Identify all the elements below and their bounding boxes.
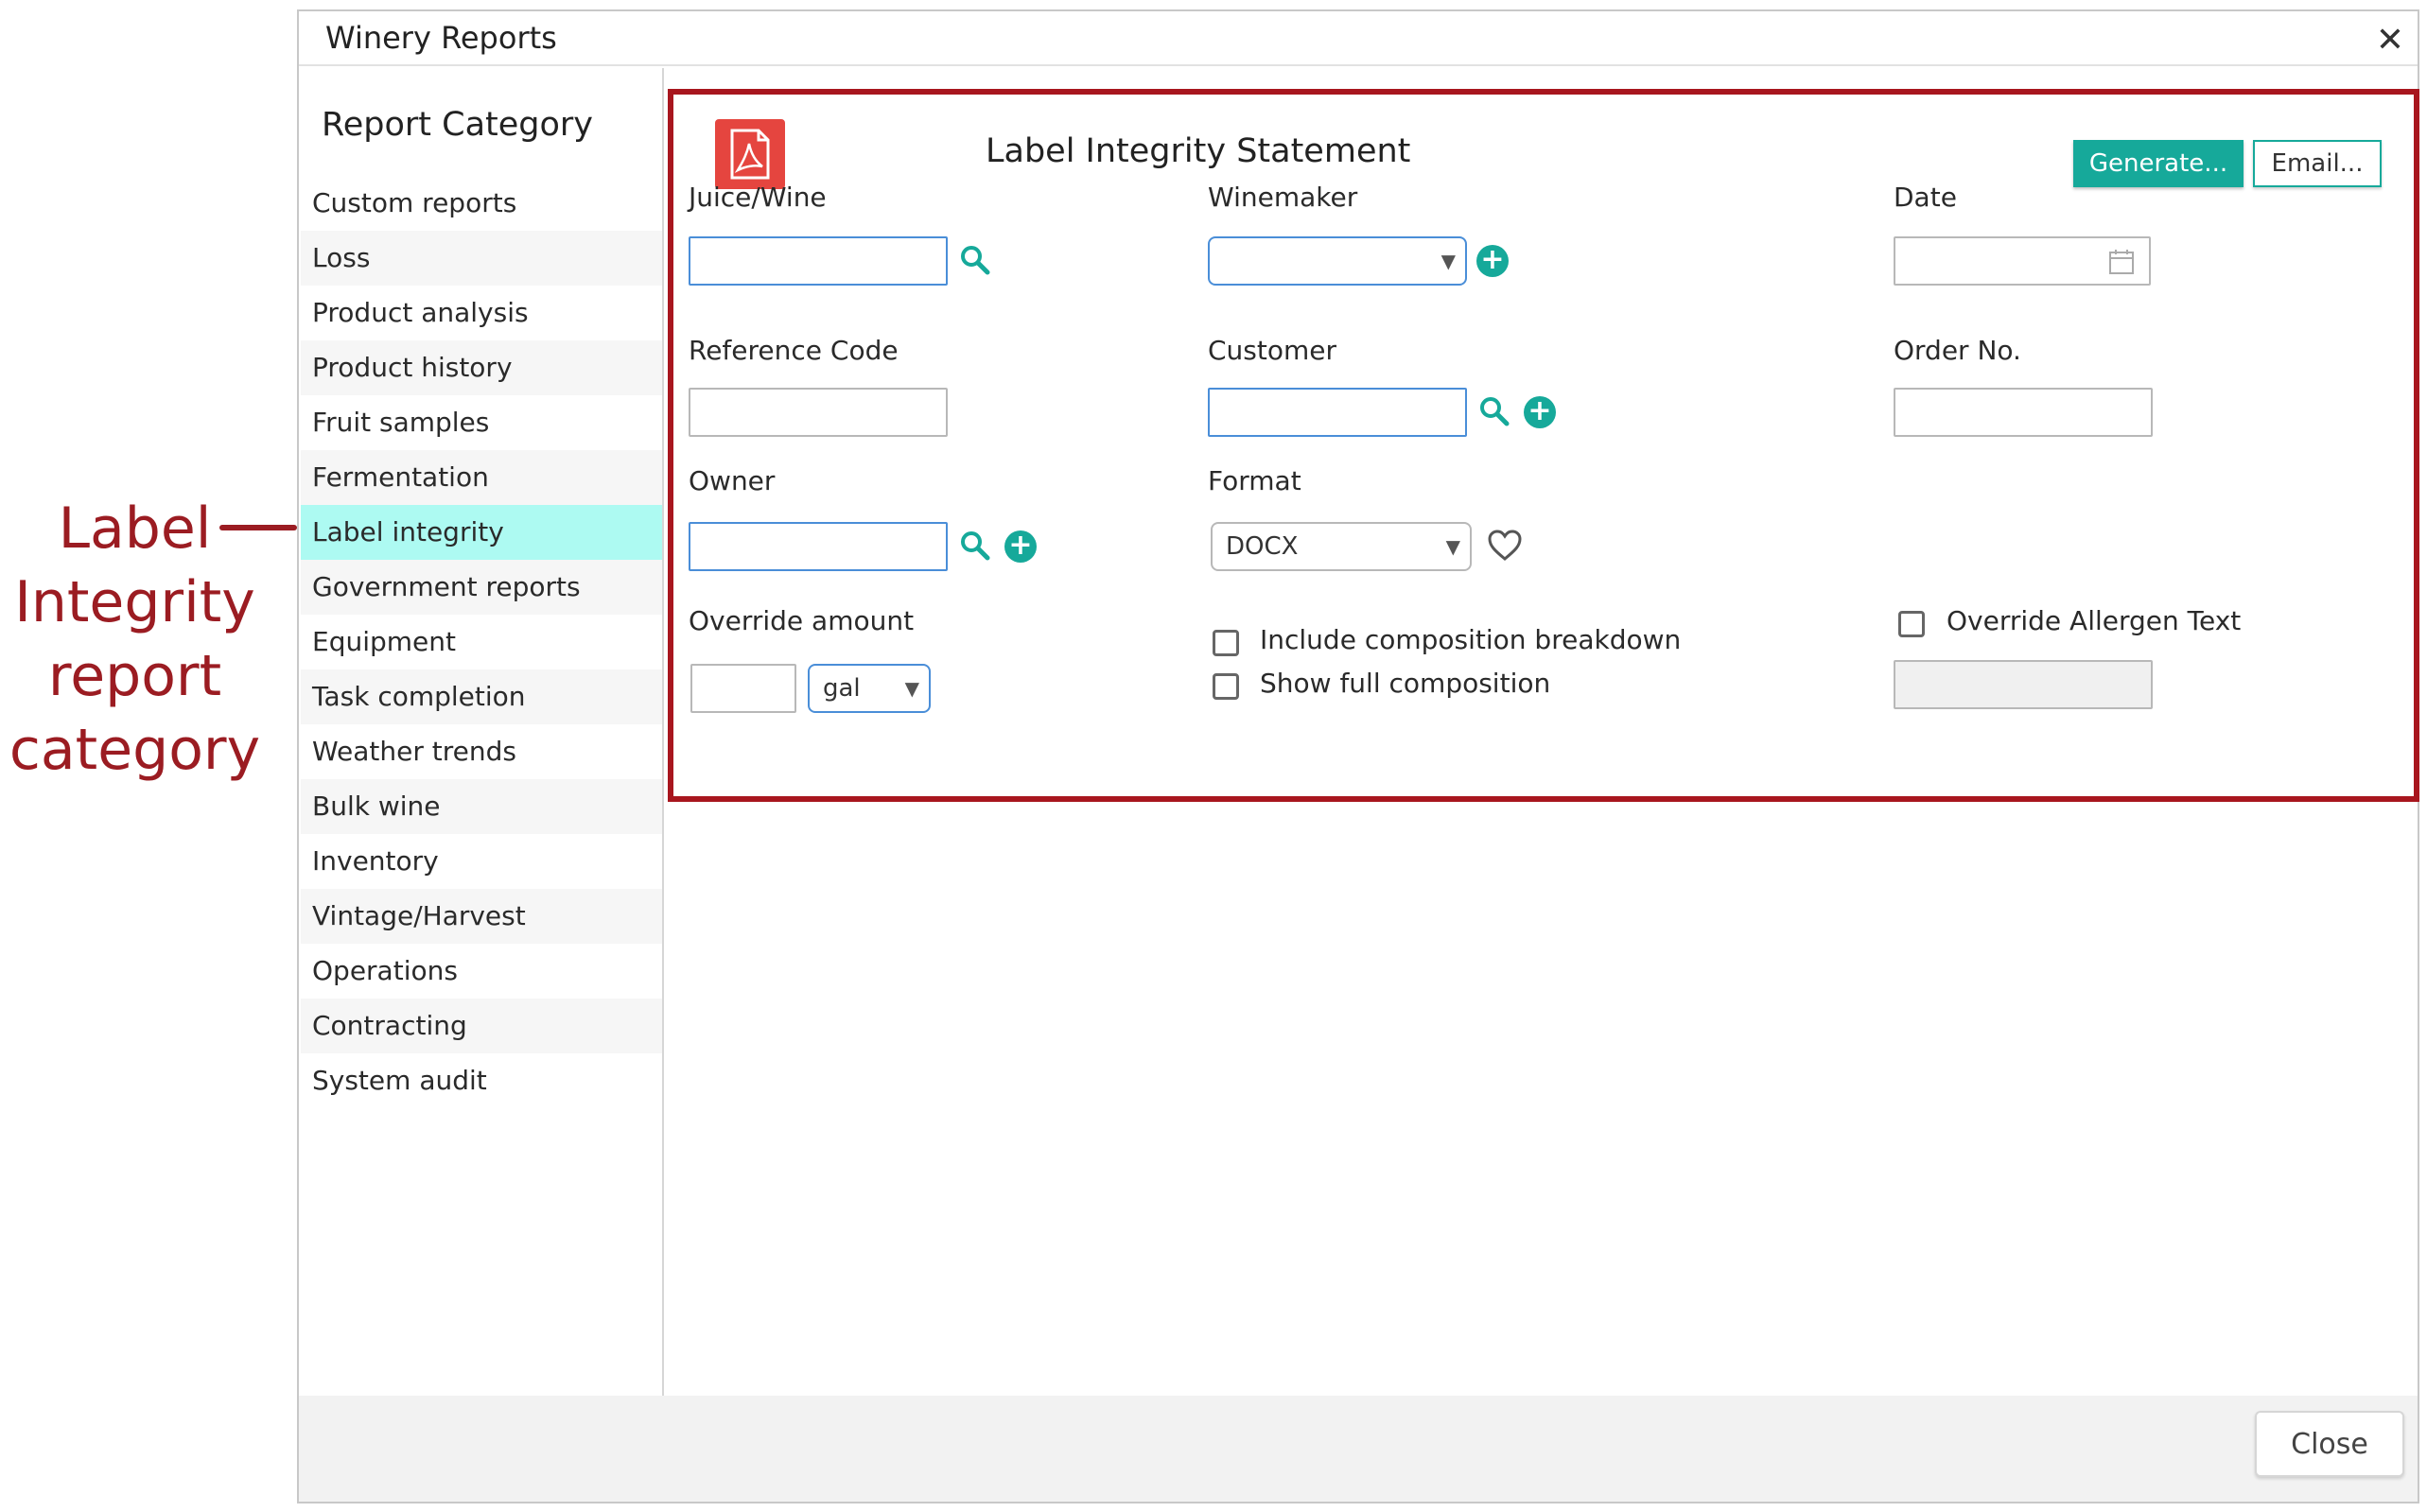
customer-label: Customer xyxy=(1208,335,1337,366)
juice-wine-search-icon[interactable] xyxy=(959,244,991,280)
override-amount-input[interactable] xyxy=(690,664,796,713)
report-main-area: Label Integrity Statement Generate... Em… xyxy=(666,68,2419,1396)
unit-value: gal xyxy=(823,674,861,703)
sidebar-item-loss[interactable]: Loss xyxy=(301,231,662,286)
report-panel: Label Integrity Statement Generate... Em… xyxy=(668,89,2419,802)
sidebar-item-label-integrity[interactable]: Label integrity xyxy=(301,505,662,560)
sidebar-item-weather-trends[interactable]: Weather trends xyxy=(301,724,662,779)
owner-input[interactable] xyxy=(689,522,948,571)
annotation-line-2: Integrity xyxy=(14,569,255,635)
email-button[interactable]: Email... xyxy=(2253,140,2382,187)
owner-search-icon[interactable] xyxy=(959,530,991,565)
generate-button[interactable]: Generate... xyxy=(2073,140,2244,187)
format-label: Format xyxy=(1208,465,1301,496)
customer-search-icon[interactable] xyxy=(1478,395,1510,431)
owner-label: Owner xyxy=(689,465,776,496)
format-value: DOCX xyxy=(1226,532,1299,561)
winemaker-select[interactable]: ▼ xyxy=(1208,236,1467,286)
dialog-titlebar: Winery Reports ✕ xyxy=(299,11,2418,66)
order-no-input[interactable] xyxy=(1894,388,2153,437)
sidebar-item-operations[interactable]: Operations xyxy=(301,944,662,999)
reference-code-label: Reference Code xyxy=(689,335,899,366)
sidebar-item-product-analysis[interactable]: Product analysis xyxy=(301,286,662,340)
format-select[interactable]: DOCX ▼ xyxy=(1211,522,1472,571)
dialog-title: Winery Reports xyxy=(325,20,557,56)
report-title: Label Integrity Statement xyxy=(986,132,1411,170)
chevron-down-icon: ▼ xyxy=(1445,535,1460,558)
sidebar-item-task-completion[interactable]: Task completion xyxy=(301,669,662,724)
calendar-icon[interactable] xyxy=(2107,248,2136,280)
override-amount-label: Override amount xyxy=(689,605,915,636)
heart-icon[interactable] xyxy=(1487,530,1523,565)
reference-code-input[interactable] xyxy=(689,388,948,437)
add-customer-icon[interactable]: + xyxy=(1524,396,1556,428)
juice-wine-input[interactable] xyxy=(689,236,948,286)
override-allergen-checkbox[interactable] xyxy=(1898,611,1925,637)
annotation-line-3: report xyxy=(47,643,222,709)
override-allergen-input[interactable] xyxy=(1894,660,2153,709)
sidebar-list: Custom reports Loss Product analysis Pro… xyxy=(301,176,662,1108)
sidebar-item-product-history[interactable]: Product history xyxy=(301,340,662,395)
override-allergen-label: Override Allergen Text xyxy=(1947,605,2242,636)
winery-reports-dialog: Winery Reports ✕ Report Category Custom … xyxy=(297,9,2419,1503)
annotation-pointer xyxy=(219,525,297,530)
date-label: Date xyxy=(1894,182,1957,213)
dialog-footer: Close xyxy=(299,1396,2418,1502)
annotation-line-4: category xyxy=(9,717,261,783)
unit-select[interactable]: gal ▼ xyxy=(808,664,931,713)
sidebar-item-inventory[interactable]: Inventory xyxy=(301,834,662,889)
sidebar-item-system-audit[interactable]: System audit xyxy=(301,1053,662,1108)
pdf-icon xyxy=(715,119,785,189)
close-icon[interactable]: ✕ xyxy=(2376,21,2404,60)
report-category-sidebar: Report Category Custom reports Loss Prod… xyxy=(299,68,664,1396)
include-composition-label: Include composition breakdown xyxy=(1260,624,1682,655)
sidebar-item-custom-reports[interactable]: Custom reports xyxy=(301,176,662,231)
order-no-label: Order No. xyxy=(1894,335,2021,366)
close-button[interactable]: Close xyxy=(2255,1411,2404,1477)
customer-input[interactable] xyxy=(1208,388,1467,437)
add-owner-icon[interactable]: + xyxy=(1004,530,1037,563)
winemaker-label: Winemaker xyxy=(1208,182,1358,213)
sidebar-title: Report Category xyxy=(322,106,594,144)
juice-wine-label: Juice/Wine xyxy=(689,182,827,213)
chevron-down-icon: ▼ xyxy=(1440,250,1456,272)
show-full-composition-label: Show full composition xyxy=(1260,668,1551,699)
sidebar-item-fruit-samples[interactable]: Fruit samples xyxy=(301,395,662,450)
sidebar-item-vintage-harvest[interactable]: Vintage/Harvest xyxy=(301,889,662,944)
add-winemaker-icon[interactable]: + xyxy=(1476,245,1509,277)
chevron-down-icon: ▼ xyxy=(904,677,919,700)
sidebar-item-equipment[interactable]: Equipment xyxy=(301,615,662,669)
show-full-composition-checkbox[interactable] xyxy=(1213,673,1239,700)
sidebar-item-government-reports[interactable]: Government reports xyxy=(301,560,662,615)
annotation-label: Label Integrity report category xyxy=(0,492,270,787)
sidebar-item-bulk-wine[interactable]: Bulk wine xyxy=(301,779,662,834)
sidebar-item-fermentation[interactable]: Fermentation xyxy=(301,450,662,505)
sidebar-item-contracting[interactable]: Contracting xyxy=(301,999,662,1053)
include-composition-checkbox[interactable] xyxy=(1213,630,1239,656)
